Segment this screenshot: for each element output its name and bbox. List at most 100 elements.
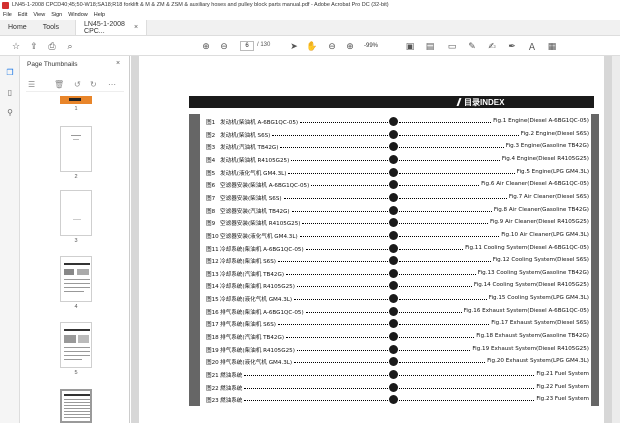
text-icon[interactable]: Ａ	[526, 40, 538, 52]
index-row-chinese-title: 排气系统(液化气机 GM4.3L)	[220, 360, 293, 367]
tab-tools[interactable]: Tools	[35, 20, 67, 35]
zoom-level[interactable]: -99%	[364, 41, 388, 51]
attachments-icon[interactable]: ⚲	[4, 106, 16, 118]
bookmarks-icon[interactable]: ▯	[4, 86, 16, 98]
index-row[interactable]: 图3 发动机(汽油机 TB42G) Fig.3 Engine(Gasoline TB…	[206, 142, 589, 152]
rotate-left-icon[interactable]: ↺	[74, 80, 81, 89]
index-row[interactable]: 图16 排气系统(柴油机 A-6BG1QC-05) Fig.16 Exhaust S…	[206, 306, 589, 317]
dot-leader	[399, 184, 479, 187]
index-row[interactable]: 图1 发动机(柴油机 A-6BG1QC-05) Fig.1 Engine(Diese…	[206, 117, 589, 127]
page-thumbnail-6[interactable]	[60, 389, 92, 423]
menu-view[interactable]: View	[33, 12, 45, 18]
index-row[interactable]: 图14 冷却系统(柴油机 R4105G25) Fig.14 Cooling Syst…	[206, 281, 589, 291]
more-options-icon[interactable]: ⋯	[108, 80, 116, 89]
index-row-english-title: Fig.19 Exhaust System(Diesel R4105G25)	[472, 345, 589, 352]
dot-leader	[399, 159, 500, 161]
index-row[interactable]: 图13 冷却系统(汽油机 TB42G) Fig.13 Cooling System(…	[206, 268, 589, 279]
index-header: 目录INDEX	[189, 96, 594, 108]
zoom-in-icon[interactable]: ⊕	[344, 40, 356, 52]
previous-page-icon[interactable]: ⊕	[200, 40, 212, 52]
sign-icon[interactable]: ✒	[506, 40, 518, 52]
index-row[interactable]: 图15 冷却系统(液化气机 GM4.3L) Fig.15 Cooling Syste…	[206, 294, 589, 304]
close-panel-icon[interactable]: ×	[116, 60, 120, 67]
index-row-marker	[389, 218, 398, 228]
close-tab-icon[interactable]: ×	[134, 24, 138, 31]
page-thumbnail-5[interactable]	[60, 322, 92, 368]
index-row[interactable]: 图18 排气系统(汽油机 TB42G) Fig.18 Exhaust System(…	[206, 332, 589, 342]
dot-leader	[244, 399, 388, 402]
zoom-out-icon[interactable]: ⊖	[326, 40, 338, 52]
index-row[interactable]: 图21 燃油系统 Fig.21 Fuel System	[206, 370, 589, 380]
left-rail: ❐ ▯ ⚲	[0, 56, 20, 423]
star-icon[interactable]: ☆	[10, 40, 22, 52]
rotate-right-icon[interactable]: ↻	[90, 80, 97, 89]
dot-leader	[399, 273, 476, 275]
next-page-icon[interactable]: ⊖	[218, 40, 230, 52]
index-row[interactable]: 图23 燃油系统 Fig.23 Fuel System	[206, 395, 589, 405]
index-row-english-title: Fig.11 Cooling System(Diesel A-6BG1QC-05…	[465, 244, 589, 251]
index-row[interactable]: 图4 发动机(柴油机 R4105G25) Fig.4 Engine(Diesel R…	[206, 154, 589, 165]
scroll-mode-icon[interactable]: ▤	[424, 40, 436, 52]
index-row[interactable]: 图2 发动机(柴油机 S6S) Fig.2 Engine(Diesel S6S)	[206, 129, 589, 140]
page-thumbnail-4[interactable]	[60, 256, 92, 302]
index-row[interactable]: 图22 燃油系统 Fig.22 Fuel System	[206, 382, 589, 393]
index-row[interactable]: 图6 空滤器安装(柴油机 A-6BG1QC-05) Fig.6 Air Cleane…	[206, 180, 589, 190]
index-row-english-title: Fig.2 Engine(Diesel S6S)	[520, 130, 589, 137]
tab-document[interactable]: LN45-1-2008 CPC... ×	[75, 20, 148, 35]
fit-page-icon[interactable]: ▣	[404, 40, 416, 52]
document-scrollbar[interactable]	[612, 56, 620, 423]
dot-leader	[399, 349, 470, 351]
index-row[interactable]: 图12 冷却系统(柴油机 S6S) Fig.12 Cooling System(Di…	[206, 256, 589, 266]
page-number-input[interactable]: 6	[240, 41, 254, 51]
index-row[interactable]: 图9 空滤器安装(柴油机 R4105G25) Fig.9 Air Cleaner(D…	[206, 218, 589, 228]
index-row-figure: 图23	[206, 398, 219, 405]
index-row-marker	[389, 167, 398, 177]
page-left-bar	[189, 114, 200, 406]
menu-edit[interactable]: Edit	[18, 12, 27, 18]
dot-leader	[306, 311, 388, 313]
document-viewer[interactable]: 目录INDEX 图1 发动机(柴油机 A-6BG1QC-05) Fig.1 Engi…	[131, 56, 620, 423]
search-icon[interactable]: ⌕	[64, 40, 76, 52]
dot-leader	[399, 134, 519, 136]
index-row[interactable]: 图19 排气系统(柴油机 R4105G25) Fig.19 Exhaust Syst…	[206, 344, 589, 355]
page-thumbnail-3[interactable]	[60, 190, 92, 236]
index-row-figure: 图15	[206, 297, 219, 304]
select-cursor-icon[interactable]: ➤	[288, 40, 300, 52]
thumbnail-label-4: 4	[74, 304, 78, 310]
index-row[interactable]: 图7 空滤器安装(柴油机 S6S) Fig.7 Air Cleaner(Diesel…	[206, 192, 589, 203]
hand-tool-icon[interactable]: ✋	[306, 40, 318, 52]
index-row-figure: 图18	[206, 335, 219, 342]
thumbnail-options-icon[interactable]: ☰	[28, 80, 35, 89]
highlight-icon[interactable]: ✎	[466, 40, 478, 52]
index-row[interactable]: 图20 排气系统(液化气机 GM4.3L) Fig.20 Exhaust Syste…	[206, 357, 589, 367]
menu-file[interactable]: File	[3, 12, 12, 18]
dot-leader	[399, 146, 504, 149]
index-row-marker	[389, 281, 398, 291]
dot-leader	[297, 285, 388, 288]
menu-help[interactable]: Help	[94, 12, 105, 18]
upload-icon[interactable]: ⇪	[28, 40, 40, 52]
index-row-english-title: Fig.5 Engine(LPG GM4.3L)	[516, 168, 589, 175]
index-row-chinese-title: 空滤器安装(液化气机 GM4.3L)	[220, 233, 298, 240]
window-title: LN45-1-2008 CPCD40;45;50-W18;SA18;R18 fo…	[12, 2, 389, 8]
dot-leader	[399, 210, 492, 212]
index-row[interactable]: 图10 空滤器安装(液化气机 GM4.3L) Fig.10 Air Cleaner(…	[206, 230, 589, 241]
index-row[interactable]: 图8 空滤器安装(汽油机 TB42G) Fig.8 Air Cleaner(Gaso…	[206, 205, 589, 216]
stamp-icon[interactable]: ▦	[546, 40, 558, 52]
page-thumbnail-2[interactable]	[60, 126, 92, 172]
page-thumbnails-icon[interactable]: ❐	[4, 66, 16, 78]
comment-icon[interactable]: ▭	[446, 40, 458, 52]
page-thumbnail-1[interactable]	[60, 96, 92, 104]
tab-home[interactable]: Home	[0, 20, 35, 35]
print-icon[interactable]: ⎙	[46, 40, 58, 52]
dot-leader	[306, 248, 388, 250]
index-row-chinese-title: 发动机(柴油机 S6S)	[220, 132, 271, 139]
index-row[interactable]: 图17 排气系统(柴油机 S6S) Fig.17 Exhaust System(Di…	[206, 319, 589, 329]
index-row[interactable]: 图5 发动机(液化气机 GM4.3L) Fig.5 Engine(LPG GM4.3…	[206, 167, 589, 178]
draw-icon[interactable]: ✍	[486, 40, 498, 52]
menu-window[interactable]: Window	[68, 12, 88, 18]
delete-page-icon[interactable]: 🗑	[54, 80, 64, 89]
menu-sign[interactable]: Sign	[51, 12, 62, 18]
index-row[interactable]: 图11 冷却系统(柴油机 A-6BG1QC-05) Fig.11 Cooling S…	[206, 243, 589, 254]
index-row-marker	[389, 117, 398, 126]
